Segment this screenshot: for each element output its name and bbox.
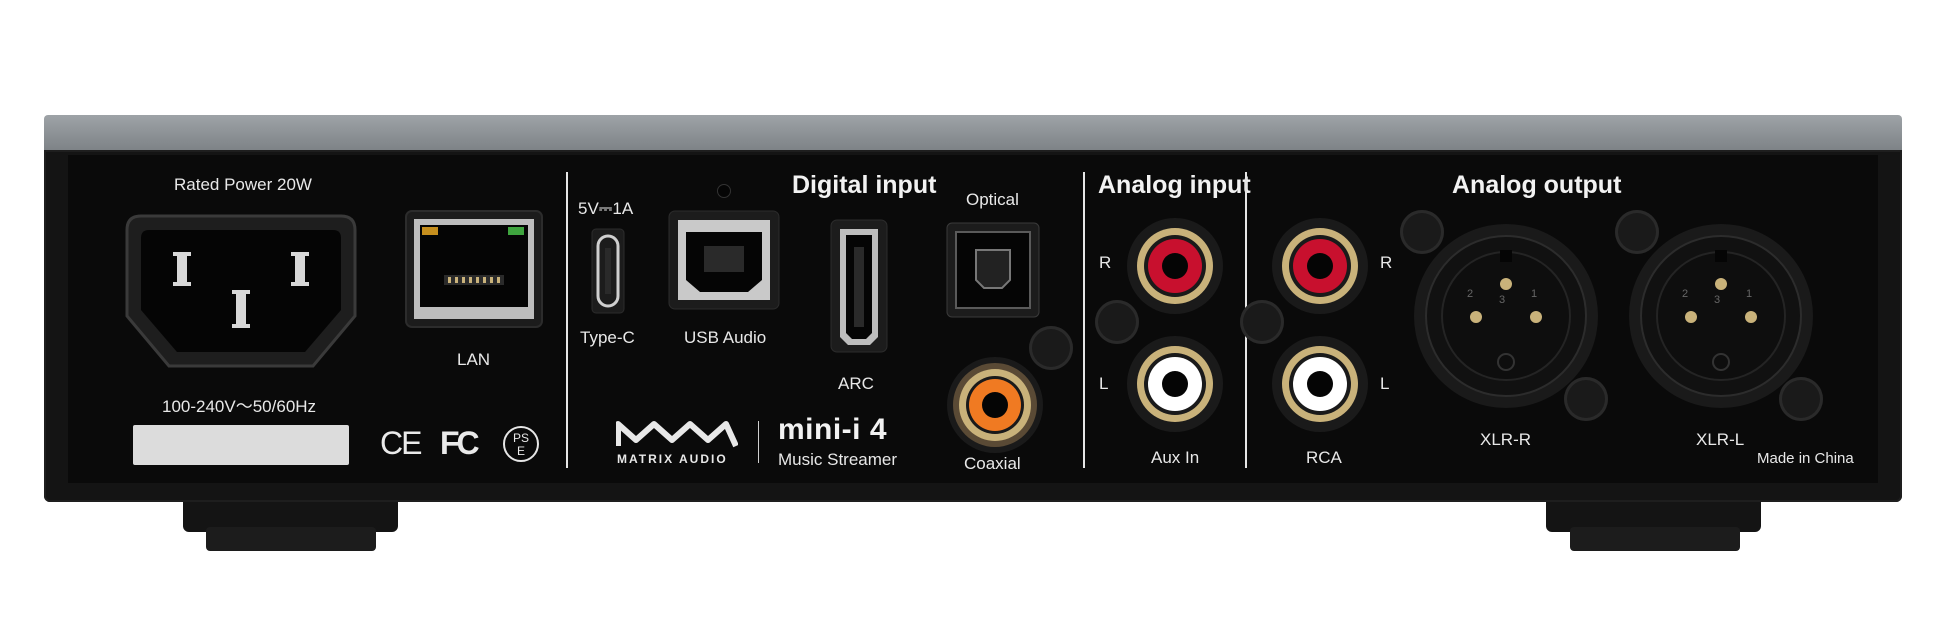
- xlr-l-pin-1: 1: [1746, 288, 1753, 300]
- optical-port-icon[interactable]: [946, 222, 1040, 318]
- right-foot-base: [1570, 527, 1740, 551]
- rca-label: RCA: [1306, 448, 1342, 467]
- usb-audio-label: USB Audio: [684, 328, 767, 347]
- analog-input-heading: Analog input: [1098, 171, 1251, 199]
- usb-b-port-icon[interactable]: [668, 210, 780, 310]
- hdmi-port-icon[interactable]: [830, 219, 888, 353]
- usb-c-label: Type-C: [580, 328, 635, 347]
- xlr-r-label: XLR-R: [1480, 430, 1532, 449]
- optical-label: Optical: [966, 190, 1019, 209]
- coaxial-label: Coaxial: [964, 454, 1021, 473]
- rca-r-label: R: [1380, 253, 1393, 272]
- rca-right-jack-icon[interactable]: [1270, 216, 1370, 316]
- matrix-audio-logo-icon: [616, 418, 738, 448]
- left-foot-base: [206, 527, 376, 551]
- section-divider: [1083, 172, 1085, 468]
- coaxial-jack-icon[interactable]: [945, 355, 1045, 455]
- pse-bottom-text: E: [516, 444, 525, 458]
- digital-input-heading: Digital input: [792, 171, 937, 199]
- serial-label-sticker: [133, 425, 349, 465]
- xlr-r-pin-1: 1: [1531, 288, 1538, 300]
- usb-c-port-icon[interactable]: [591, 228, 625, 314]
- voltage-label: 100-240V～50/60Hz: [162, 397, 317, 416]
- aux-in-label: Aux In: [1151, 448, 1200, 467]
- model-subtitle: Music Streamer: [778, 450, 898, 469]
- pse-top-text: PS: [512, 431, 529, 445]
- brand-divider: [758, 421, 759, 463]
- chassis-top-strip: [44, 115, 1902, 153]
- made-in-label: Made in China: [1757, 450, 1854, 467]
- xlr-l-pin-3: 3: [1714, 294, 1721, 306]
- aux-in-left-jack-icon[interactable]: [1125, 334, 1225, 434]
- xlr-r-pin-3: 3: [1499, 294, 1506, 306]
- pse-mark-icon: PS E: [503, 426, 539, 462]
- aux-r-label: R: [1099, 253, 1112, 272]
- aux-in-right-jack-icon[interactable]: [1125, 216, 1225, 316]
- rca-left-jack-icon[interactable]: [1270, 334, 1370, 434]
- lan-label: LAN: [457, 350, 491, 369]
- ethernet-port-icon[interactable]: [404, 209, 544, 329]
- ce-mark-icon: CE: [380, 425, 422, 461]
- xlr-l-label: XLR-L: [1696, 430, 1745, 449]
- screw-icon: [1564, 377, 1608, 421]
- xlr-r-pin-2: 2: [1467, 288, 1474, 300]
- iec-power-inlet-icon[interactable]: [123, 206, 359, 376]
- arc-label: ARC: [838, 374, 874, 393]
- rca-l-label: L: [1380, 374, 1390, 393]
- led-indicator: [717, 184, 731, 198]
- aux-l-label: L: [1099, 374, 1109, 393]
- screw-icon: [1779, 377, 1823, 421]
- xlr-l-pin-2: 2: [1682, 288, 1689, 300]
- analog-output-heading: Analog output: [1452, 171, 1622, 199]
- rated-power-label: Rated Power 20W: [174, 175, 312, 194]
- fc-mark-icon: FC: [440, 425, 480, 461]
- model-name: mini-i 4: [778, 413, 888, 446]
- usb-c-rating-label: 5V⎓1A: [578, 199, 634, 218]
- brand-wordmark: MATRIX AUDIO: [617, 452, 728, 466]
- section-divider: [566, 172, 568, 468]
